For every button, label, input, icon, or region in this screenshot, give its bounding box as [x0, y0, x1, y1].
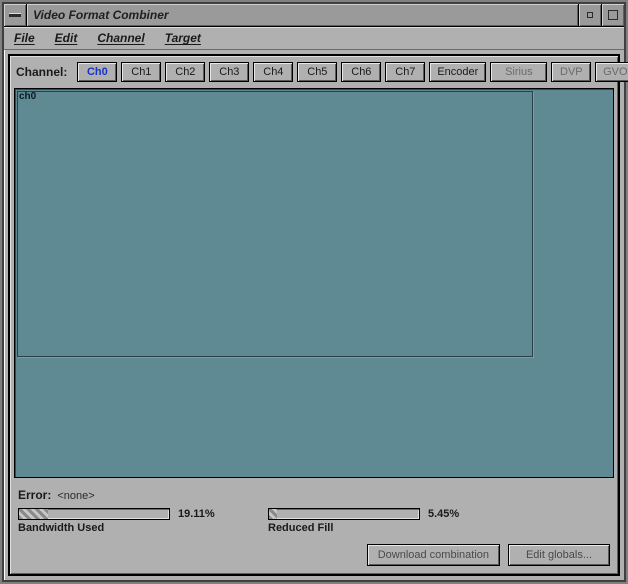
channel-button-encoder[interactable]: Encoder [429, 62, 486, 82]
channel-button-ch0[interactable]: Ch0 [77, 62, 117, 82]
minimize-icon [587, 12, 593, 18]
window-menu-button[interactable] [4, 4, 27, 26]
channel-button-dvp[interactable]: DVP [551, 62, 591, 82]
bandwidth-fill [19, 509, 48, 519]
channel-button-ch2[interactable]: Ch2 [165, 62, 205, 82]
client-area: Channel: Ch0 Ch1 Ch2 Ch3 Ch4 Ch5 Ch6 Ch7… [8, 54, 620, 576]
canvas[interactable]: ch0 [14, 88, 614, 478]
menu-target[interactable]: Target [163, 29, 203, 47]
bandwidth-caption: Bandwidth Used [18, 522, 228, 534]
channel-button-ch1[interactable]: Ch1 [121, 62, 161, 82]
bandwidth-value: 19.11% [178, 508, 215, 520]
channel-button-ch6[interactable]: Ch6 [341, 62, 381, 82]
titlebar: Video Format Combiner [4, 4, 624, 27]
channel-button-ch3[interactable]: Ch3 [209, 62, 249, 82]
channel-button-sirius[interactable]: Sirius [490, 62, 547, 82]
meters: 19.11% Bandwidth Used 5.45% Reduced Fill [18, 508, 610, 534]
bandwidth-bar [18, 508, 170, 520]
app-window: Video Format Combiner File Edit Channel … [2, 2, 626, 582]
error-row: Error: <none> [18, 488, 610, 502]
reducedfill-caption: Reduced Fill [268, 522, 478, 534]
channel-button-ch5[interactable]: Ch5 [297, 62, 337, 82]
menubar: File Edit Channel Target [4, 27, 624, 50]
status-area: Error: <none> 19.11% Bandwidth Used [14, 478, 614, 570]
hamburger-icon [9, 13, 21, 17]
bandwidth-meter: 19.11% Bandwidth Used [18, 508, 228, 534]
reducedfill-meter: 5.45% Reduced Fill [268, 508, 478, 534]
reducedfill-bar [268, 508, 420, 520]
menu-edit[interactable]: Edit [53, 29, 80, 47]
error-label: Error: [18, 488, 51, 502]
window-minimize-button[interactable] [578, 4, 601, 26]
error-value: <none> [57, 490, 94, 502]
channel-button-ch4[interactable]: Ch4 [253, 62, 293, 82]
menu-channel[interactable]: Channel [95, 29, 146, 47]
channel0-region-label: ch0 [19, 91, 36, 102]
download-combination-button[interactable]: Download combination [367, 544, 500, 566]
maximize-icon [608, 10, 618, 20]
channel-button-gvo[interactable]: GVO [595, 62, 628, 82]
menu-file[interactable]: File [12, 29, 37, 47]
reducedfill-fill [269, 509, 277, 519]
channel-button-ch7[interactable]: Ch7 [385, 62, 425, 82]
reducedfill-value: 5.45% [428, 508, 459, 520]
canvas-wrap: ch0 [14, 88, 614, 478]
channel0-region[interactable] [17, 91, 533, 357]
edit-globals-button[interactable]: Edit globals... [508, 544, 610, 566]
channel-label: Channel: [16, 65, 73, 79]
window-title: Video Format Combiner [27, 4, 578, 26]
bottom-button-row: Download combination Edit globals... [18, 544, 610, 566]
channel-selector-row: Channel: Ch0 Ch1 Ch2 Ch3 Ch4 Ch5 Ch6 Ch7… [14, 60, 614, 88]
window-maximize-button[interactable] [601, 4, 624, 26]
